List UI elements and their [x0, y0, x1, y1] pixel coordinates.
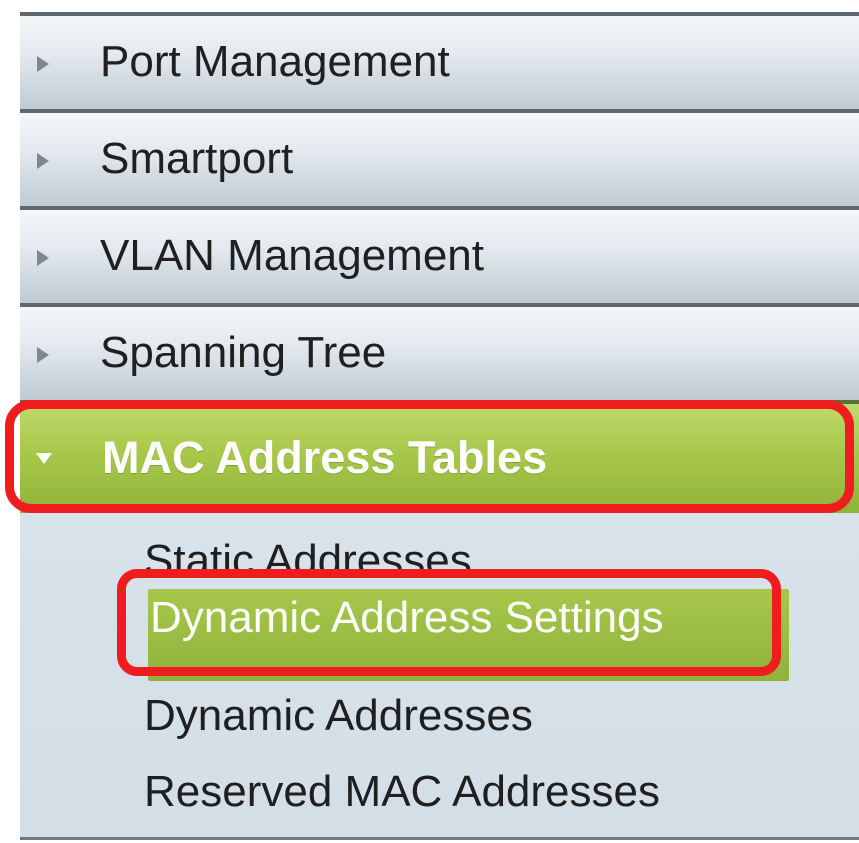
sidebar-item-vlan-management[interactable]: VLAN Management — [20, 206, 859, 303]
sidebar-item-port-management[interactable]: Port Management — [20, 12, 859, 109]
sidebar-item-spanning-tree[interactable]: Spanning Tree — [20, 303, 859, 400]
bottom-divider — [20, 837, 859, 840]
submenu-item-dynamic-address-settings[interactable]: Dynamic Address Settings — [150, 592, 664, 644]
chevron-right-icon — [37, 347, 49, 363]
sidebar-navigation: Port Management Smartport VLAN Managemen… — [20, 12, 859, 837]
sidebar-item-label: Smartport — [100, 134, 294, 183]
sidebar-item-label: Port Management — [100, 37, 450, 86]
submenu-item-reserved-mac-addresses[interactable]: Reserved MAC Addresses — [144, 766, 660, 818]
chevron-right-icon — [37, 250, 49, 266]
submenu-item-static-addresses[interactable]: Static Addresses — [144, 535, 472, 587]
chevron-down-icon — [36, 453, 52, 464]
sidebar-item-label: Spanning Tree — [100, 328, 387, 377]
chevron-right-icon — [37, 153, 49, 169]
sidebar-item-mac-address-tables[interactable]: MAC Address Tables — [20, 400, 859, 513]
sidebar-item-smartport[interactable]: Smartport — [20, 109, 859, 206]
chevron-right-icon — [37, 56, 49, 72]
sidebar-item-label: VLAN Management — [100, 231, 484, 280]
sidebar-item-label: MAC Address Tables — [102, 432, 548, 483]
submenu-item-dynamic-addresses[interactable]: Dynamic Addresses — [144, 690, 533, 742]
